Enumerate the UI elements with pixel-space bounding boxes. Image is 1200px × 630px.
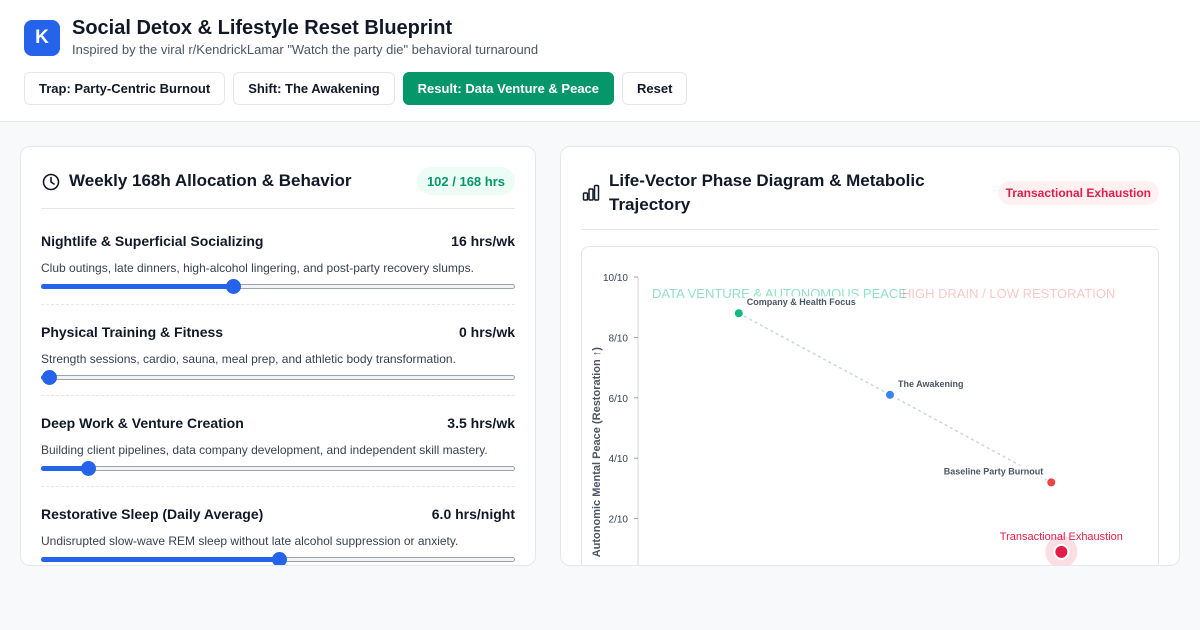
item-name: Deep Work & Venture Creation bbox=[41, 415, 244, 431]
phase-header: Life-Vector Phase Diagram & Metabolic Tr… bbox=[581, 167, 1159, 230]
hours-slider[interactable] bbox=[41, 552, 515, 565]
hours-badge: 102 / 168 hrs bbox=[416, 167, 515, 195]
tab-result[interactable]: Result: Data Venture & Peace bbox=[402, 72, 615, 105]
y-tick-label: 6/10 bbox=[609, 394, 629, 405]
y-tick-label: 8/10 bbox=[609, 333, 629, 344]
slider-thumb[interactable] bbox=[226, 279, 241, 294]
zone-label-drain: HIGH DRAIN / LOW RESTORATION bbox=[902, 286, 1115, 301]
point-label: The Awakening bbox=[898, 379, 964, 389]
item-description: Undisrupted slow-wave REM sleep without … bbox=[41, 534, 459, 548]
item-value: 0 hrs/wk bbox=[458, 324, 515, 340]
reset-button[interactable]: Reset bbox=[622, 72, 688, 105]
bar-chart-icon bbox=[582, 184, 600, 201]
y-tick-label: 4/10 bbox=[609, 454, 629, 465]
clock-icon bbox=[42, 173, 60, 191]
item-name: Restorative Sleep (Daily Average) bbox=[41, 506, 264, 522]
trajectory-point bbox=[1046, 477, 1057, 488]
trajectory-point bbox=[733, 308, 744, 319]
allocation-card: Weekly 168h Allocation & Behavior 102 / … bbox=[20, 146, 536, 566]
current-point-label: Transactional Exhaustion bbox=[1000, 531, 1123, 543]
app-subtitle: Inspired by the viral r/KendrickLamar "W… bbox=[72, 42, 539, 57]
allocation-item: Deep Work & Venture Creation 3.5 hrs/wk … bbox=[41, 407, 515, 487]
y-tick-label: 10/10 bbox=[603, 273, 628, 284]
trajectory-point bbox=[885, 389, 895, 400]
slider-fill bbox=[41, 284, 232, 289]
phase-title: Life-Vector Phase Diagram & Metabolic Tr… bbox=[609, 171, 925, 214]
allocation-item: Physical Training & Fitness 0 hrs/wk Str… bbox=[41, 316, 515, 396]
app-title: Social Detox & Lifestyle Reset Blueprint bbox=[72, 17, 453, 39]
phase-plot: 10/10 8/10 6/10 4/10 2/10 Autonomic Mental Pe… bbox=[591, 273, 1123, 565]
slider-thumb[interactable] bbox=[42, 370, 57, 385]
slider-thumb[interactable] bbox=[272, 552, 287, 565]
status-badge: Transactional Exhaustion bbox=[997, 181, 1159, 205]
item-description: Club outings, late dinners, high-alcohol… bbox=[41, 261, 474, 275]
trajectory-line bbox=[738, 312, 1052, 484]
tab-trap[interactable]: Trap: Party-Centric Burnout bbox=[24, 72, 226, 105]
slider-fill bbox=[41, 557, 278, 562]
allocation-title: Weekly 168h Allocation & Behavior bbox=[69, 171, 352, 190]
allocation-item: Restorative Sleep (Daily Average) 6.0 hr… bbox=[41, 498, 515, 565]
top-bar: K Social Detox & Lifestyle Reset Bluepri… bbox=[0, 0, 1200, 122]
item-description: Building client pipelines, data company … bbox=[41, 443, 488, 457]
y-tick-label: 2/10 bbox=[609, 515, 629, 526]
hours-slider[interactable] bbox=[41, 461, 515, 476]
phase-diagram: 10/10 8/10 6/10 4/10 2/10 Autonomic Mental Pe… bbox=[581, 246, 1159, 565]
item-value: 6.0 hrs/night bbox=[431, 506, 515, 522]
app-logo: K bbox=[24, 20, 60, 56]
slider-thumb[interactable] bbox=[81, 461, 97, 476]
item-value: 16 hrs/wk bbox=[451, 233, 515, 249]
allocation-item: Nightlife & Superficial Socializing 16 h… bbox=[41, 225, 515, 305]
allocation-header: Weekly 168h Allocation & Behavior 102 / … bbox=[41, 167, 515, 209]
item-name: Physical Training & Fitness bbox=[41, 324, 224, 340]
scenario-tabs: Trap: Party-Centric Burnout Shift: The A… bbox=[24, 72, 688, 105]
phase-card: Life-Vector Phase Diagram & Metabolic Tr… bbox=[560, 146, 1180, 566]
item-name: Nightlife & Superficial Socializing bbox=[41, 233, 264, 249]
hours-slider[interactable] bbox=[41, 370, 515, 385]
point-label: Company & Health Focus bbox=[747, 297, 856, 307]
y-axis-label: Autonomic Mental Peace (Restoration ↑) bbox=[591, 347, 603, 558]
item-description: Strength sessions, cardio, sauna, meal p… bbox=[41, 352, 456, 366]
point-label: Baseline Party Burnout bbox=[944, 466, 1044, 476]
item-value: 3.5 hrs/wk bbox=[447, 415, 515, 431]
current-point bbox=[1053, 543, 1070, 560]
tab-shift[interactable]: Shift: The Awakening bbox=[233, 72, 395, 105]
hours-slider[interactable] bbox=[41, 279, 515, 294]
